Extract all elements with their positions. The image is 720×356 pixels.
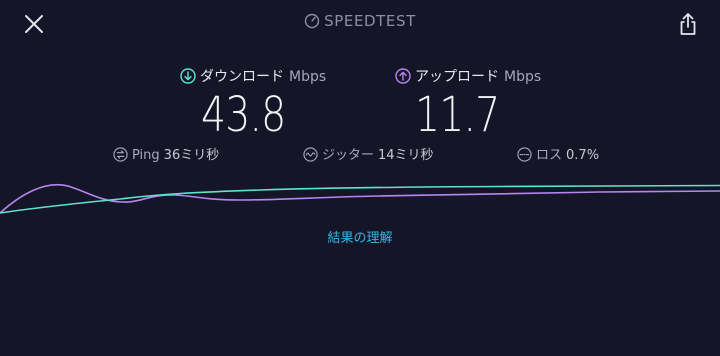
- upload-arrow-icon: [395, 68, 411, 84]
- ping-stat: Ping 36ミリ秒: [113, 144, 219, 163]
- ping-value: 36ミリ秒: [163, 148, 220, 163]
- app-brand: SPEEDTEST: [0, 12, 720, 30]
- ping-label: Ping: [132, 148, 160, 163]
- download-arrow-icon: [180, 68, 196, 84]
- loss-icon: [517, 147, 532, 162]
- loss-label: ロス: [536, 148, 563, 163]
- upload-speed-line: [0, 183, 720, 214]
- upload-unit: Mbps: [504, 69, 542, 85]
- upload-header: アップロード Mbps: [395, 66, 541, 86]
- loss-stat: ロス 0.7%: [517, 144, 599, 163]
- jitter-icon: [303, 147, 318, 162]
- jitter-value: 14ミリ秒: [378, 148, 434, 163]
- download-speed-line: [0, 184, 720, 214]
- upload-label: アップロード: [415, 69, 499, 85]
- loss-value: 0.7%: [566, 148, 600, 163]
- upload-value: 11.7: [415, 87, 500, 143]
- share-icon: [680, 13, 696, 35]
- download-label: ダウンロード: [200, 69, 284, 85]
- speed-graph: [0, 183, 720, 214]
- jitter-stat: ジッター 14ミリ秒: [303, 144, 434, 163]
- share-button[interactable]: [674, 10, 702, 38]
- ping-icon: [113, 147, 128, 162]
- gauge-icon: [304, 13, 320, 29]
- download-value: 43.8: [201, 87, 286, 143]
- download-header: ダウンロード Mbps: [180, 66, 326, 86]
- jitter-label: ジッター: [322, 148, 375, 163]
- understand-results-link[interactable]: 結果の理解: [0, 227, 720, 246]
- brand-text: SPEEDTEST: [324, 12, 416, 30]
- download-unit: Mbps: [289, 69, 327, 85]
